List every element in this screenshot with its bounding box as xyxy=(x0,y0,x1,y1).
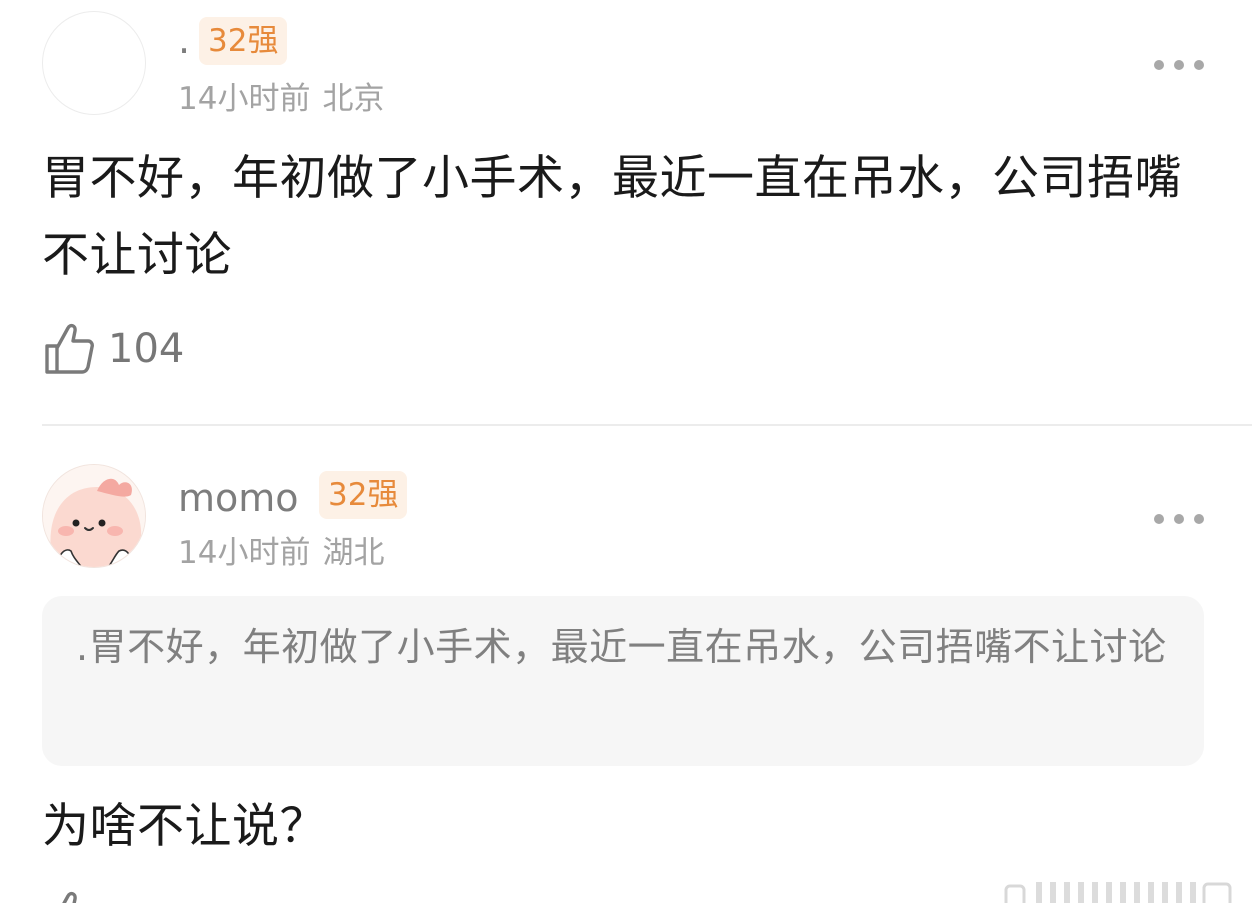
like-button[interactable] xyxy=(44,890,94,903)
thumbs-up-icon xyxy=(62,891,77,903)
more-dots-icon xyxy=(1154,60,1204,70)
comment-item: . 32强 14小时前 北京 胃不好，年初做了小手术，最近一直在吊水，公司捂嘴不让… xyxy=(0,0,1252,426)
avatar[interactable] xyxy=(42,11,146,115)
username[interactable]: . xyxy=(178,18,190,62)
rank-badge: 32强 xyxy=(319,471,408,519)
comment-time: 14小时前 xyxy=(178,81,311,117)
like-count: 104 xyxy=(108,326,185,372)
more-options-button[interactable] xyxy=(1148,504,1210,534)
watermark xyxy=(1000,876,1240,903)
comment-text: 胃不好，年初做了小手术，最近一直在吊水，公司捂嘴不让讨论 xyxy=(42,151,1182,283)
quoted-comment[interactable]: .胃不好，年初做了小手术，最近一直在吊水，公司捂嘴不让讨论 xyxy=(42,596,1204,766)
comment-location: 湖北 xyxy=(322,535,385,571)
comment-item: momo 32强 14小时前 湖北 .胃不好，年初做了小手术，最近一直在吊水，公司… xyxy=(0,428,1252,903)
comment-feed: . 32强 14小时前 北京 胃不好，年初做了小手术，最近一直在吊水，公司捂嘴不让… xyxy=(0,0,1252,903)
more-dots-icon xyxy=(1154,514,1204,524)
comment-text: 为啥不让说？ xyxy=(42,799,327,854)
comment-time: 14小时前 xyxy=(178,535,311,571)
divider xyxy=(42,424,1252,426)
rank-badge: 32强 xyxy=(199,17,288,65)
username[interactable]: momo xyxy=(178,476,299,520)
watermark-graphic xyxy=(1004,882,1232,903)
thumbs-up-icon xyxy=(45,323,94,374)
comment-meta: 14小时前 北京 xyxy=(178,80,384,118)
more-options-button[interactable] xyxy=(1148,50,1210,80)
avatar[interactable] xyxy=(42,464,146,568)
cartoon-avatar-icon xyxy=(43,465,145,567)
comment-location: 北京 xyxy=(322,81,385,117)
comment-meta: 14小时前 湖北 xyxy=(178,534,384,572)
